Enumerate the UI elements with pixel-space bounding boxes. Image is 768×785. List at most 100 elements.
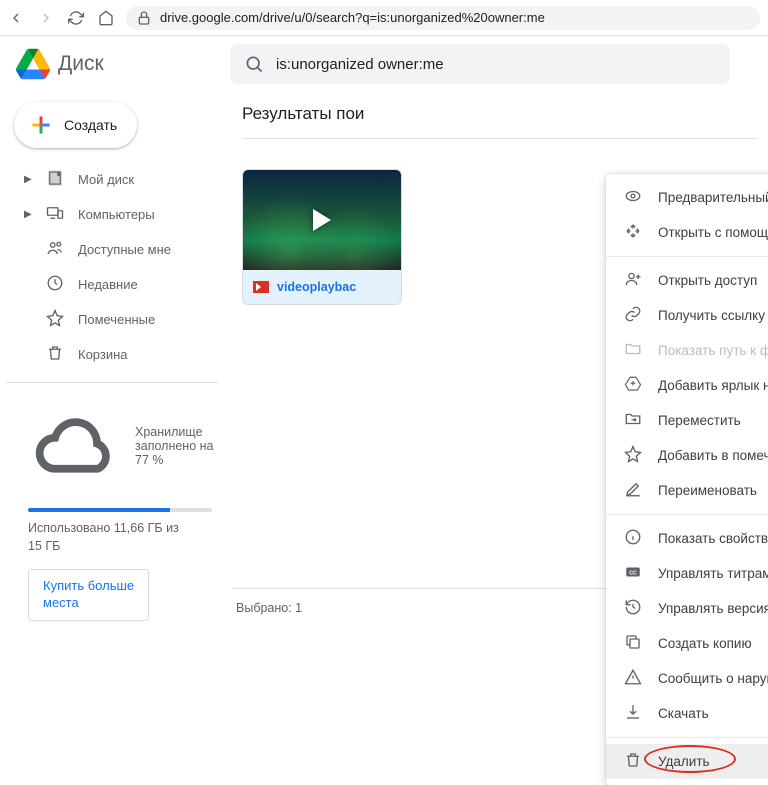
cc-icon: CC (624, 563, 642, 584)
address-bar[interactable]: drive.google.com/drive/u/0/search?q=is:u… (126, 6, 760, 30)
sidebar-item-trash[interactable]: Корзина (6, 337, 232, 372)
browser-toolbar: drive.google.com/drive/u/0/search?q=is:u… (0, 0, 768, 36)
menu-item-eye[interactable]: Предварительный просмотр (606, 180, 768, 215)
open-with-icon (624, 222, 642, 243)
nav-label: Доступные мне (78, 242, 171, 257)
menu-item-cc[interactable]: CC Управлять титрами (606, 556, 768, 591)
play-icon (313, 209, 331, 231)
drive-logo-icon (16, 47, 50, 81)
app-header: Диск (0, 36, 768, 92)
nav-label: Помеченные (78, 312, 155, 327)
menu-label: Добавить в помеченные (658, 448, 768, 463)
menu-item-trash[interactable]: Удалить (606, 744, 768, 779)
create-label: Создать (64, 117, 117, 133)
person-add-icon (624, 270, 642, 291)
back-icon[interactable] (8, 10, 24, 26)
expand-icon: ▶ (24, 174, 32, 185)
storage-label: Хранилище заполнено на 77 % (135, 425, 222, 467)
app-name: Диск (58, 52, 104, 76)
versions-icon (624, 598, 642, 619)
forward-icon[interactable] (38, 10, 54, 26)
menu-item-open-with[interactable]: Открыть с помощью› (606, 215, 768, 250)
search-input[interactable] (276, 56, 716, 73)
context-menu: Предварительный просмотр Открыть с помощь… (606, 174, 768, 785)
create-button[interactable]: Создать (14, 102, 137, 148)
menu-item-person-add[interactable]: Открыть доступ (606, 263, 768, 298)
rename-icon (624, 480, 642, 501)
info-icon (624, 528, 642, 549)
menu-item-download[interactable]: Скачать (606, 696, 768, 731)
folder-icon (624, 340, 642, 361)
menu-label: Открыть доступ (658, 273, 757, 288)
nav-label: Компьютеры (78, 207, 155, 222)
sidebar-item-drive[interactable]: ▶ Мой диск (6, 162, 232, 197)
menu-label: Предварительный просмотр (658, 190, 768, 205)
menu-label: Переименовать (658, 483, 757, 498)
search-bar[interactable] (230, 44, 730, 84)
results-title: Результаты пои (242, 98, 768, 138)
logo[interactable]: Диск (16, 47, 216, 81)
sidebar-item-star[interactable]: Помеченные (6, 302, 232, 337)
menu-label: Сообщить о нарушении (658, 671, 768, 686)
video-icon (253, 281, 269, 293)
menu-item-drive-add[interactable]: Добавить ярлык на Диск? (606, 368, 768, 403)
menu-label: Создать копию (658, 636, 752, 651)
menu-label: Переместить (658, 413, 741, 428)
download-icon (624, 703, 642, 724)
star-icon (46, 309, 64, 330)
nav-label: Мой диск (78, 172, 134, 187)
reload-icon[interactable] (68, 10, 84, 26)
menu-item-versions[interactable]: Управлять версиями (606, 591, 768, 626)
menu-item-info[interactable]: Показать свойства (606, 521, 768, 556)
menu-item-rename[interactable]: Переименовать (606, 473, 768, 508)
link-icon (624, 305, 642, 326)
menu-item-report[interactable]: Сообщить о нарушении (606, 661, 768, 696)
url-text: drive.google.com/drive/u/0/search?q=is:u… (160, 10, 545, 25)
menu-label: Управлять версиями (658, 601, 768, 616)
storage-row[interactable]: Хранилище заполнено на 77 % (6, 393, 232, 498)
file-thumbnail (243, 170, 401, 270)
devices-icon (46, 204, 64, 225)
svg-text:CC: CC (629, 570, 637, 576)
menu-item-move[interactable]: Переместить (606, 403, 768, 438)
menu-item-star[interactable]: Добавить в помеченные (606, 438, 768, 473)
trash-icon (624, 751, 642, 772)
menu-label: Получить ссылку (658, 308, 765, 323)
trash-icon (46, 344, 64, 365)
menu-label: Показать свойства (658, 531, 768, 546)
sidebar-item-devices[interactable]: ▶ Компьютеры (6, 197, 232, 232)
nav-label: Корзина (78, 347, 128, 362)
plus-icon (28, 112, 54, 138)
file-card[interactable]: videoplaybac (242, 169, 402, 305)
drive-add-icon (624, 375, 642, 396)
report-icon (624, 668, 642, 689)
sidebar-item-clock[interactable]: Недавние (6, 267, 232, 302)
nav-label: Недавние (78, 277, 138, 292)
sidebar-item-shared[interactable]: Доступные мне (6, 232, 232, 267)
lock-icon (136, 10, 152, 26)
home-icon[interactable] (98, 10, 114, 26)
star-icon (624, 445, 642, 466)
menu-label: Скачать (658, 706, 709, 721)
storage-used-text: Использовано 11,66 ГБ из15 ГБ (6, 520, 232, 555)
menu-label: Удалить (658, 754, 710, 769)
menu-label: Управлять титрами (658, 566, 768, 581)
main-content: Результаты пои videoplaybac Выбрано: 1 П… (232, 92, 768, 627)
menu-item-link[interactable]: Получить ссылку (606, 298, 768, 333)
cloud-icon (28, 399, 121, 492)
menu-item-folder: Показать путь к файлу (606, 333, 768, 368)
shared-icon (46, 239, 64, 260)
copy-icon (624, 633, 642, 654)
clock-icon (46, 274, 64, 295)
menu-item-copy[interactable]: Создать копию (606, 626, 768, 661)
search-icon (244, 54, 264, 74)
expand-icon: ▶ (24, 209, 32, 220)
eye-icon (624, 187, 642, 208)
buy-more-button[interactable]: Купить большеместа (28, 569, 149, 621)
file-name: videoplaybac (277, 280, 356, 294)
menu-label: Добавить ярлык на Диск (658, 378, 768, 393)
storage-bar (28, 508, 212, 512)
menu-label: Открыть с помощью (658, 225, 768, 240)
drive-icon (46, 169, 64, 190)
sidebar: Создать ▶ Мой диск ▶ Компьютеры Доступные мн… (0, 92, 232, 627)
